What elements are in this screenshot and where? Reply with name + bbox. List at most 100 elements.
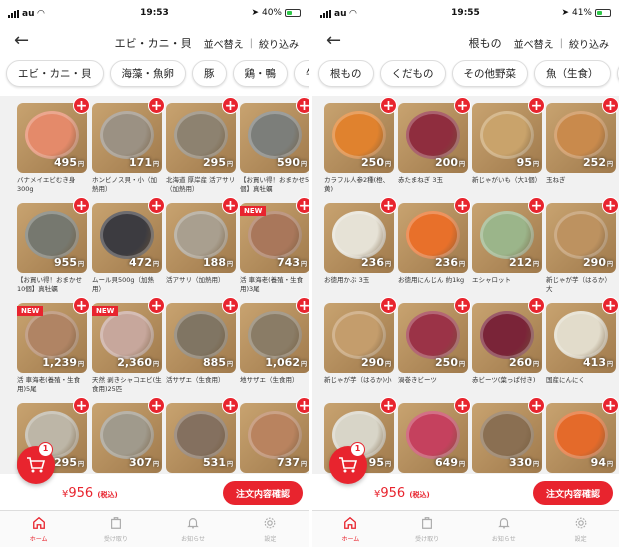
product-card[interactable]: 330円+新ごぼう: [472, 397, 545, 474]
product-card[interactable]: 95円 + 新じゃがいも（大1個）: [472, 97, 545, 203]
currency-unit: 円: [458, 261, 465, 268]
filter-button[interactable]: 絞り込み: [259, 36, 299, 51]
header-divider: |: [559, 37, 563, 49]
product-card[interactable]: 413円 + 国産にんにく: [546, 297, 619, 403]
product-card[interactable]: 2,360円 NEW + 天然 剥きシャコエビ(生食用)25匹: [92, 297, 165, 403]
category-tab[interactable]: 牛: [294, 60, 309, 87]
product-card[interactable]: 472円 + ムール貝500g（加熱用）: [92, 197, 165, 303]
product-card[interactable]: 531円+赤貝 剥き: [166, 397, 239, 474]
product-card[interactable]: 737円+殻付きトリ貝 剥き: [240, 397, 309, 474]
price-value: 95: [368, 456, 384, 469]
add-to-cart-plus-icon[interactable]: +: [602, 297, 619, 314]
add-to-cart-plus-icon[interactable]: +: [528, 197, 545, 214]
category-tab[interactable]: エビ・カニ・貝: [6, 60, 104, 87]
product-card[interactable]: 252円 + 玉ねぎ: [546, 97, 619, 203]
category-tab[interactable]: 鶏・鴨: [232, 60, 288, 87]
category-tab[interactable]: 海藻・魚卵: [109, 60, 186, 87]
add-to-cart-plus-icon[interactable]: +: [73, 97, 90, 114]
add-to-cart-plus-icon[interactable]: +: [380, 397, 397, 414]
category-tab[interactable]: 豚: [192, 60, 227, 87]
product-card[interactable]: 94円+人参: [546, 397, 619, 474]
nav-notifications[interactable]: お知らせ: [155, 511, 232, 547]
product-card[interactable]: 260円 + 赤ビーツ(葉っぱ付き): [472, 297, 545, 403]
product-card[interactable]: 295円 + 北海道 厚岸産 活アサリ（加熱用）: [166, 97, 239, 203]
add-to-cart-plus-icon[interactable]: +: [454, 297, 471, 314]
add-to-cart-plus-icon[interactable]: +: [222, 297, 239, 314]
product-name: お徳用かぶ 3玉: [324, 276, 370, 284]
product-card[interactable]: 1,062円 + 地サザエ（生食用）: [240, 297, 309, 403]
add-to-cart-plus-icon[interactable]: +: [454, 397, 471, 414]
add-to-cart-plus-icon[interactable]: +: [528, 297, 545, 314]
back-arrow-icon[interactable]: ←: [14, 30, 29, 51]
add-to-cart-plus-icon[interactable]: +: [454, 197, 471, 214]
product-card[interactable]: 290円 + 新じゃが芋（はるか）大: [546, 197, 619, 303]
category-tab[interactable]: くだもの: [379, 60, 446, 87]
add-to-cart-plus-icon[interactable]: +: [222, 397, 239, 414]
add-to-cart-plus-icon[interactable]: +: [148, 97, 165, 114]
add-to-cart-plus-icon[interactable]: +: [148, 197, 165, 214]
header-divider: |: [249, 37, 253, 49]
product-card[interactable]: 171円 + ホンビノス貝・小（加熱用）: [92, 97, 165, 203]
product-card[interactable]: 200円 + 赤たまねぎ 3玉: [398, 97, 471, 203]
filter-button[interactable]: 絞り込み: [569, 36, 609, 51]
add-to-cart-plus-icon[interactable]: +: [222, 97, 239, 114]
add-to-cart-plus-icon[interactable]: +: [73, 397, 90, 414]
order-confirm-button[interactable]: 注文内容確認: [533, 481, 613, 505]
nav-home[interactable]: ホーム: [312, 511, 389, 547]
add-to-cart-plus-icon[interactable]: +: [296, 97, 309, 114]
product-price: 200円: [435, 156, 465, 169]
add-to-cart-plus-icon[interactable]: +: [296, 197, 309, 214]
order-confirm-button[interactable]: 注文内容確認: [223, 481, 303, 505]
product-card[interactable]: 307円+ホンビノス貝・大: [92, 397, 165, 474]
product-card[interactable]: 250円 + カラフル人参2種(橙、黄): [324, 97, 397, 203]
add-to-cart-plus-icon[interactable]: +: [296, 297, 309, 314]
product-card[interactable]: 495円 + バナメイエビむき身 300g: [17, 97, 90, 203]
nav-settings[interactable]: 設定: [542, 511, 619, 547]
product-card[interactable]: 188円 + 活アサリ（加熱用）: [166, 197, 239, 303]
add-to-cart-plus-icon[interactable]: +: [296, 397, 309, 414]
nav-home[interactable]: ホーム: [0, 511, 77, 547]
add-to-cart-plus-icon[interactable]: +: [454, 97, 471, 114]
add-to-cart-plus-icon[interactable]: +: [602, 97, 619, 114]
status-right: ➤ 41%: [561, 8, 611, 18]
category-tab[interactable]: その他野菜: [451, 60, 528, 87]
category-tab[interactable]: 魚（生食）: [534, 60, 611, 87]
product-name: 地サザエ（生食用）: [240, 376, 299, 384]
product-card[interactable]: 590円 + 【お買い得！おまかせ5個】真牡蠣: [240, 97, 309, 203]
battery-percent: 41%: [571, 8, 592, 18]
add-to-cart-plus-icon[interactable]: +: [148, 397, 165, 414]
add-to-cart-plus-icon[interactable]: +: [380, 297, 397, 314]
product-card[interactable]: 955円 + 【お買い得！おまかせ10個】真牡蠣: [17, 197, 90, 303]
sort-button[interactable]: 並べ替え: [514, 36, 554, 51]
product-card[interactable]: 290円 + 新じゃが芋（はるか)小: [324, 297, 397, 403]
add-to-cart-plus-icon[interactable]: +: [73, 297, 90, 314]
add-to-cart-plus-icon[interactable]: +: [602, 397, 619, 414]
add-to-cart-plus-icon[interactable]: +: [380, 197, 397, 214]
cart-button[interactable]: 1: [329, 442, 367, 484]
add-to-cart-plus-icon[interactable]: +: [528, 97, 545, 114]
product-card[interactable]: 236円 + お徳用かぶ 3玉: [324, 197, 397, 303]
product-card[interactable]: 1,239円 NEW + 活 車海老(養殖・生食用)5尾: [17, 297, 90, 403]
product-card[interactable]: 885円 + 活サザエ（生食用）: [166, 297, 239, 403]
add-to-cart-plus-icon[interactable]: +: [602, 197, 619, 214]
category-tab[interactable]: 根もの: [318, 60, 374, 87]
nav-settings[interactable]: 設定: [232, 511, 309, 547]
add-to-cart-plus-icon[interactable]: +: [148, 297, 165, 314]
product-card[interactable]: 236円 + お徳用にんじん 約1kg: [398, 197, 471, 303]
sort-button[interactable]: 並べ替え: [204, 36, 244, 51]
product-card[interactable]: 649円+紅芯大根: [398, 397, 471, 474]
add-to-cart-plus-icon[interactable]: +: [528, 397, 545, 414]
add-to-cart-plus-icon[interactable]: +: [73, 197, 90, 214]
back-arrow-icon[interactable]: ←: [326, 30, 341, 51]
product-name: 活サザエ（生食用）: [166, 376, 225, 384]
product-card[interactable]: 743円 NEW + 活 車海老(養殖・生食用)3尾: [240, 197, 309, 303]
nav-notifications[interactable]: お知らせ: [466, 511, 543, 547]
add-to-cart-plus-icon[interactable]: +: [380, 97, 397, 114]
nav-pickup[interactable]: 受け取り: [77, 511, 154, 547]
product-price: 472円: [129, 256, 159, 269]
product-card[interactable]: 250円 + 渦巻きビーツ: [398, 297, 471, 403]
nav-pickup[interactable]: 受け取り: [389, 511, 466, 547]
cart-button[interactable]: 1: [17, 442, 55, 484]
product-card[interactable]: 212円 + エシャロット: [472, 197, 545, 303]
add-to-cart-plus-icon[interactable]: +: [222, 197, 239, 214]
